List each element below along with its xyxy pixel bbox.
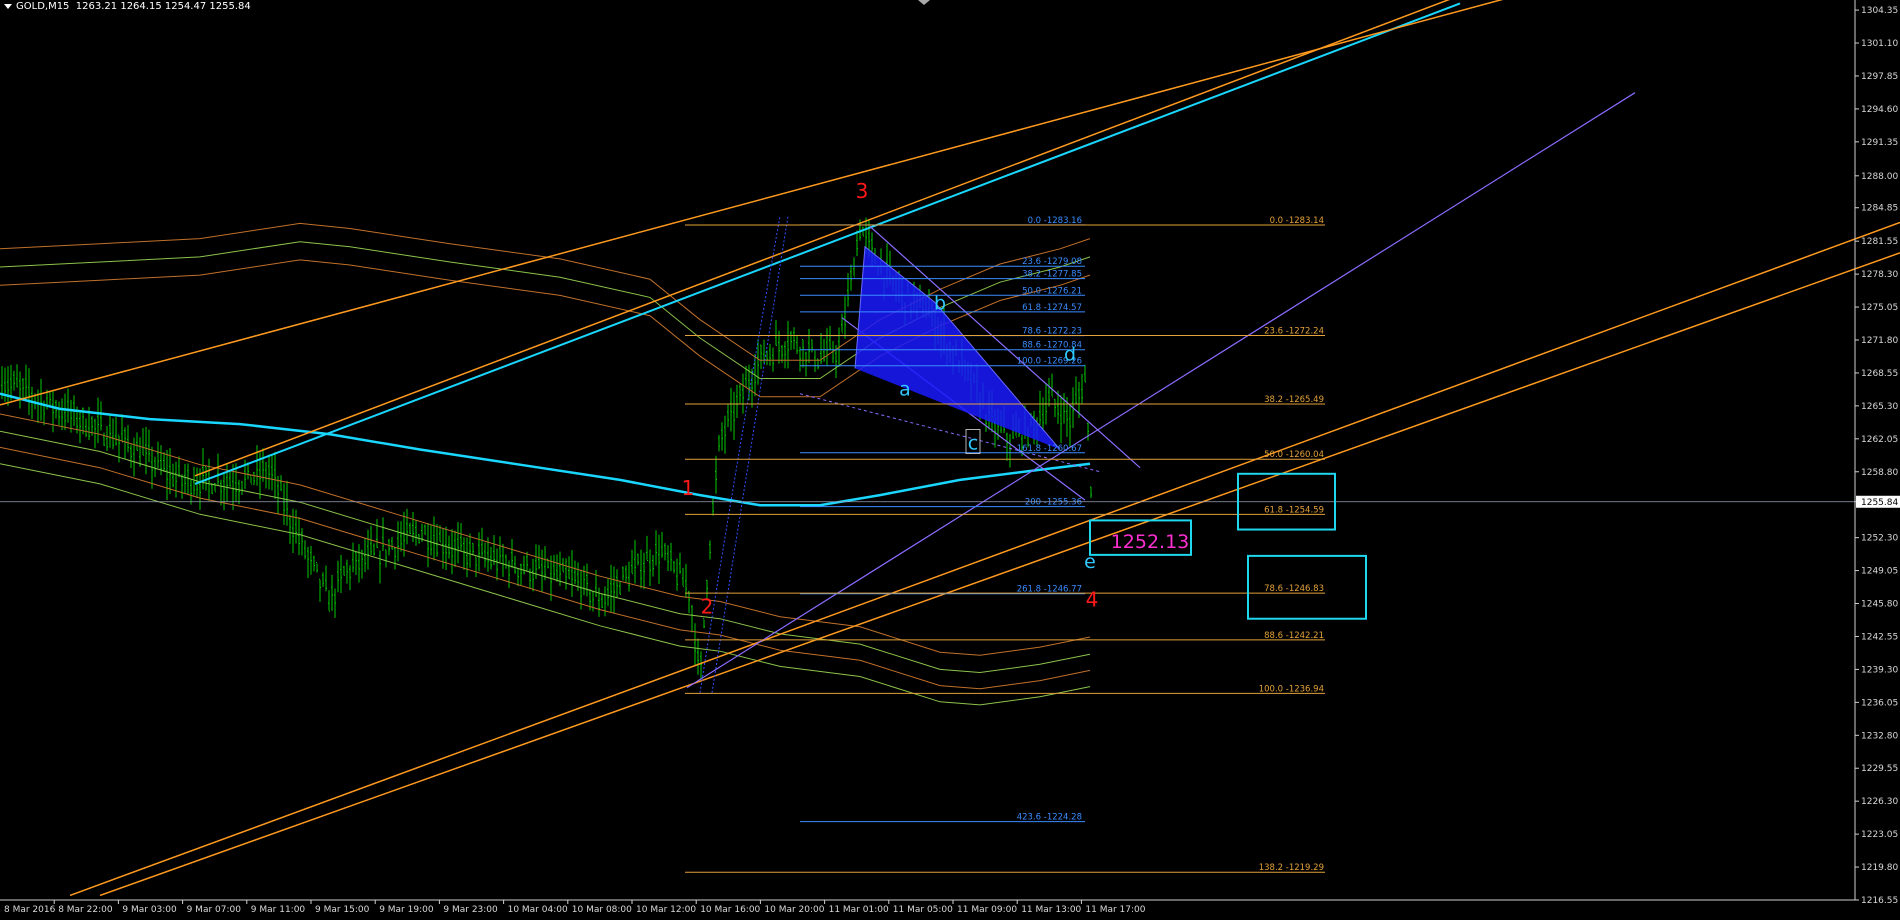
symbol-label: GOLD,M15 bbox=[16, 1, 70, 12]
price-tick-label: 1271.80 bbox=[1861, 336, 1898, 346]
fib-blue-level-label: 23.6 -1279.08 bbox=[1022, 257, 1082, 267]
price-tick-label: 1288.00 bbox=[1861, 172, 1898, 182]
time-tick-label: 11 Mar 05:00 bbox=[893, 905, 953, 915]
wave-label-e: e bbox=[1084, 551, 1096, 573]
wave-label-c: c bbox=[968, 432, 978, 454]
fib-blue-level-label: 50.0 -1276.21 bbox=[1022, 286, 1082, 296]
price-chart[interactable]: 0.0 -1283.16 23.6 -1279.08 38.2 -1277.85 50… bbox=[0, 0, 1900, 916]
price-tick-label: 1252.30 bbox=[1861, 534, 1898, 544]
price-tick-label: 1223.05 bbox=[1861, 830, 1898, 840]
price-tick-label: 1236.05 bbox=[1861, 698, 1898, 708]
dropdown-triangle-icon[interactable] bbox=[4, 3, 12, 9]
price-tick-label: 1281.55 bbox=[1861, 237, 1898, 247]
price-tick-label: 1249.05 bbox=[1861, 567, 1898, 577]
price-tick-label: 1242.55 bbox=[1861, 632, 1898, 642]
price-tick-label: 1297.85 bbox=[1861, 72, 1898, 82]
time-tick-label: 10 Mar 08:00 bbox=[572, 905, 632, 915]
ohlc-readout: 1263.21 1264.15 1254.47 1255.84 bbox=[75, 1, 251, 12]
fib-orange-level-label: 50.0 -1260.04 bbox=[1264, 450, 1324, 460]
fib-blue-level-label: 0.0 -1283.16 bbox=[1028, 216, 1082, 226]
time-tick-label: 9 Mar 23:00 bbox=[443, 905, 498, 915]
fib-blue-level-label: 423.6 -1224.28 bbox=[1017, 813, 1082, 823]
time-tick-label: 9 Mar 15:00 bbox=[315, 905, 370, 915]
wave-label-d: d bbox=[1064, 343, 1076, 365]
fib-orange-level-label: 78.6 -1246.83 bbox=[1264, 584, 1324, 594]
time-tick-label: 10 Mar 16:00 bbox=[700, 905, 760, 915]
fib-blue-level-label: 61.8 -1274.57 bbox=[1022, 303, 1082, 313]
wave-label-1: 1 bbox=[682, 476, 695, 500]
fib-orange-level-label: 23.6 -1272.24 bbox=[1264, 327, 1324, 337]
time-tick-label: 11 Mar 01:00 bbox=[829, 905, 889, 915]
time-tick-label: 11 Mar 09:00 bbox=[957, 905, 1017, 915]
price-tick-label: 1284.85 bbox=[1861, 204, 1898, 214]
time-tick-label: 9 Mar 07:00 bbox=[187, 905, 242, 915]
time-tick-label: 9 Mar 03:00 bbox=[122, 905, 177, 915]
wave-label-b: b bbox=[934, 293, 946, 315]
price-tick-label: 1301.10 bbox=[1861, 39, 1898, 49]
time-tick-label: 9 Mar 11:00 bbox=[251, 905, 306, 915]
fib-orange-level-label: 61.8 -1254.59 bbox=[1264, 505, 1324, 515]
wave-label-2: 2 bbox=[701, 595, 714, 619]
price-tick-label: 1239.30 bbox=[1861, 665, 1898, 675]
price-tick-label: 1275.05 bbox=[1861, 303, 1898, 313]
chart-header: GOLD,M15 1263.21 1264.15 1254.47 1255.84 bbox=[4, 1, 251, 12]
time-tick-label: 9 Mar 19:00 bbox=[379, 905, 434, 915]
price-target-label: 1252.13 bbox=[1111, 531, 1190, 553]
fib-orange-level-label: 138.2 -1219.29 bbox=[1259, 863, 1324, 873]
chart-root: 0.0 -1283.16 23.6 -1279.08 38.2 -1277.85 50… bbox=[0, 0, 1900, 916]
price-tick-label: 1265.30 bbox=[1861, 402, 1898, 412]
time-tick-label: 10 Mar 04:00 bbox=[508, 905, 568, 915]
price-tick-label: 1268.55 bbox=[1861, 369, 1898, 379]
fib-blue-level-label: 161.8 -1260.67 bbox=[1017, 444, 1082, 454]
time-tick-label: 8 Mar 22:00 bbox=[58, 905, 113, 915]
fib-orange-level-label: 38.2 -1265.49 bbox=[1264, 395, 1324, 405]
fib-blue-level-label: 200 -1255.36 bbox=[1025, 498, 1082, 508]
time-tick-label: 8 Mar 2016 bbox=[4, 905, 56, 915]
price-tick-label: 1219.80 bbox=[1861, 863, 1898, 873]
time-tick-label: 10 Mar 12:00 bbox=[636, 905, 696, 915]
wave-label-4: 4 bbox=[1086, 588, 1099, 612]
price-tick-label: 1226.30 bbox=[1861, 797, 1898, 807]
time-tick-label: 11 Mar 13:00 bbox=[1021, 905, 1081, 915]
price-tick-label: 1245.80 bbox=[1861, 600, 1898, 610]
price-tick-label: 1294.60 bbox=[1861, 105, 1898, 115]
price-tick-label: 1278.30 bbox=[1861, 270, 1898, 280]
price-tick-label: 1291.35 bbox=[1861, 138, 1898, 148]
fib-orange-level-label: 88.6 -1242.21 bbox=[1264, 631, 1324, 641]
fib-blue-level-label: 38.2 -1277.85 bbox=[1022, 270, 1082, 280]
time-tick-label: 11 Mar 17:00 bbox=[1085, 905, 1145, 915]
price-tick-label: 1216.55 bbox=[1861, 896, 1898, 906]
chart-background bbox=[0, 0, 1900, 916]
time-tick-label: 10 Mar 20:00 bbox=[764, 905, 824, 915]
current-price-tick-label: 1255.84 bbox=[1861, 498, 1898, 508]
wave-label-3: 3 bbox=[856, 179, 869, 203]
price-tick-label: 1262.05 bbox=[1861, 435, 1898, 445]
price-tick-label: 1229.55 bbox=[1861, 764, 1898, 774]
price-tick-label: 1258.80 bbox=[1861, 468, 1898, 478]
wave-label-a: a bbox=[899, 379, 911, 401]
price-tick-label: 1304.35 bbox=[1861, 6, 1898, 16]
fib-orange-level-label: 100.0 -1236.94 bbox=[1259, 684, 1324, 694]
price-tick-label: 1232.80 bbox=[1861, 731, 1898, 741]
fib-orange-level-label: 0.0 -1283.14 bbox=[1270, 216, 1324, 226]
